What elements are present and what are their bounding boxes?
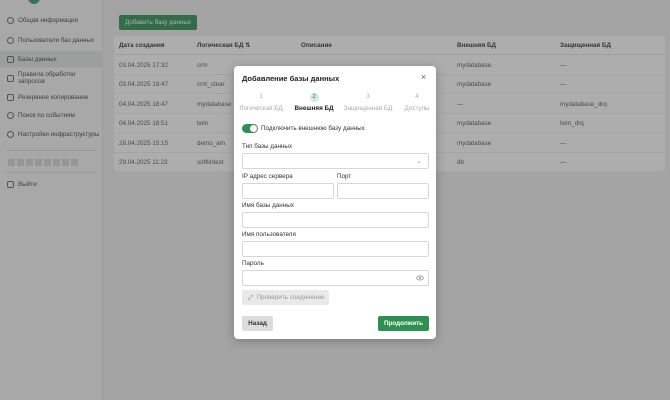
port-input[interactable] bbox=[337, 183, 429, 199]
db-name-input[interactable] bbox=[242, 212, 429, 228]
username-input[interactable] bbox=[242, 241, 429, 257]
back-button[interactable]: Назад bbox=[242, 316, 273, 331]
step-number: 3 bbox=[366, 94, 370, 100]
step-label: Защищенная БД bbox=[343, 105, 393, 112]
step-number: 1 bbox=[259, 94, 263, 100]
step-logical-db[interactable]: 1 Логическая БД bbox=[236, 93, 286, 112]
external-db-toggle[interactable] bbox=[242, 124, 258, 133]
step-external-db[interactable]: 2 Внешняя БД bbox=[289, 93, 339, 112]
step-label: Логическая БД bbox=[239, 105, 283, 112]
port-label: Порт bbox=[337, 173, 352, 180]
step-label: Доступы bbox=[404, 105, 430, 112]
password-label: Пароль bbox=[242, 260, 264, 267]
step-access[interactable]: 4 Доступы bbox=[392, 93, 442, 112]
check-connection-button[interactable]: Проверить соединение bbox=[242, 290, 329, 305]
chevron-down-icon: ⌄ bbox=[416, 158, 422, 165]
close-icon[interactable]: × bbox=[419, 73, 428, 82]
username-label: Имя пользователя bbox=[242, 231, 296, 238]
link-icon bbox=[247, 294, 253, 301]
modal-title: Добавление базы данных bbox=[242, 74, 340, 83]
db-type-label: Тип базы данных bbox=[242, 143, 293, 150]
eye-icon[interactable] bbox=[416, 274, 424, 282]
ip-address-input[interactable] bbox=[242, 183, 334, 199]
step-number: 4 bbox=[415, 94, 419, 100]
db-type-select[interactable]: ⌄ bbox=[242, 153, 429, 169]
db-name-label: Имя базы данных bbox=[242, 202, 294, 209]
step-number: 2 bbox=[309, 93, 319, 102]
password-input[interactable] bbox=[242, 270, 429, 286]
step-protected-db[interactable]: 3 Защищенная БД bbox=[343, 93, 393, 112]
continue-button[interactable]: Продолжить bbox=[378, 316, 429, 331]
add-database-modal: Добавление базы данных × 1 Логическая БД… bbox=[234, 66, 436, 339]
step-label: Внешняя БД bbox=[294, 105, 334, 112]
check-connection-label: Проверить соединение bbox=[256, 294, 325, 301]
ip-label: IP адрес сервера bbox=[242, 173, 293, 180]
toggle-label: Подключить внешнюю базу данных bbox=[261, 125, 365, 132]
